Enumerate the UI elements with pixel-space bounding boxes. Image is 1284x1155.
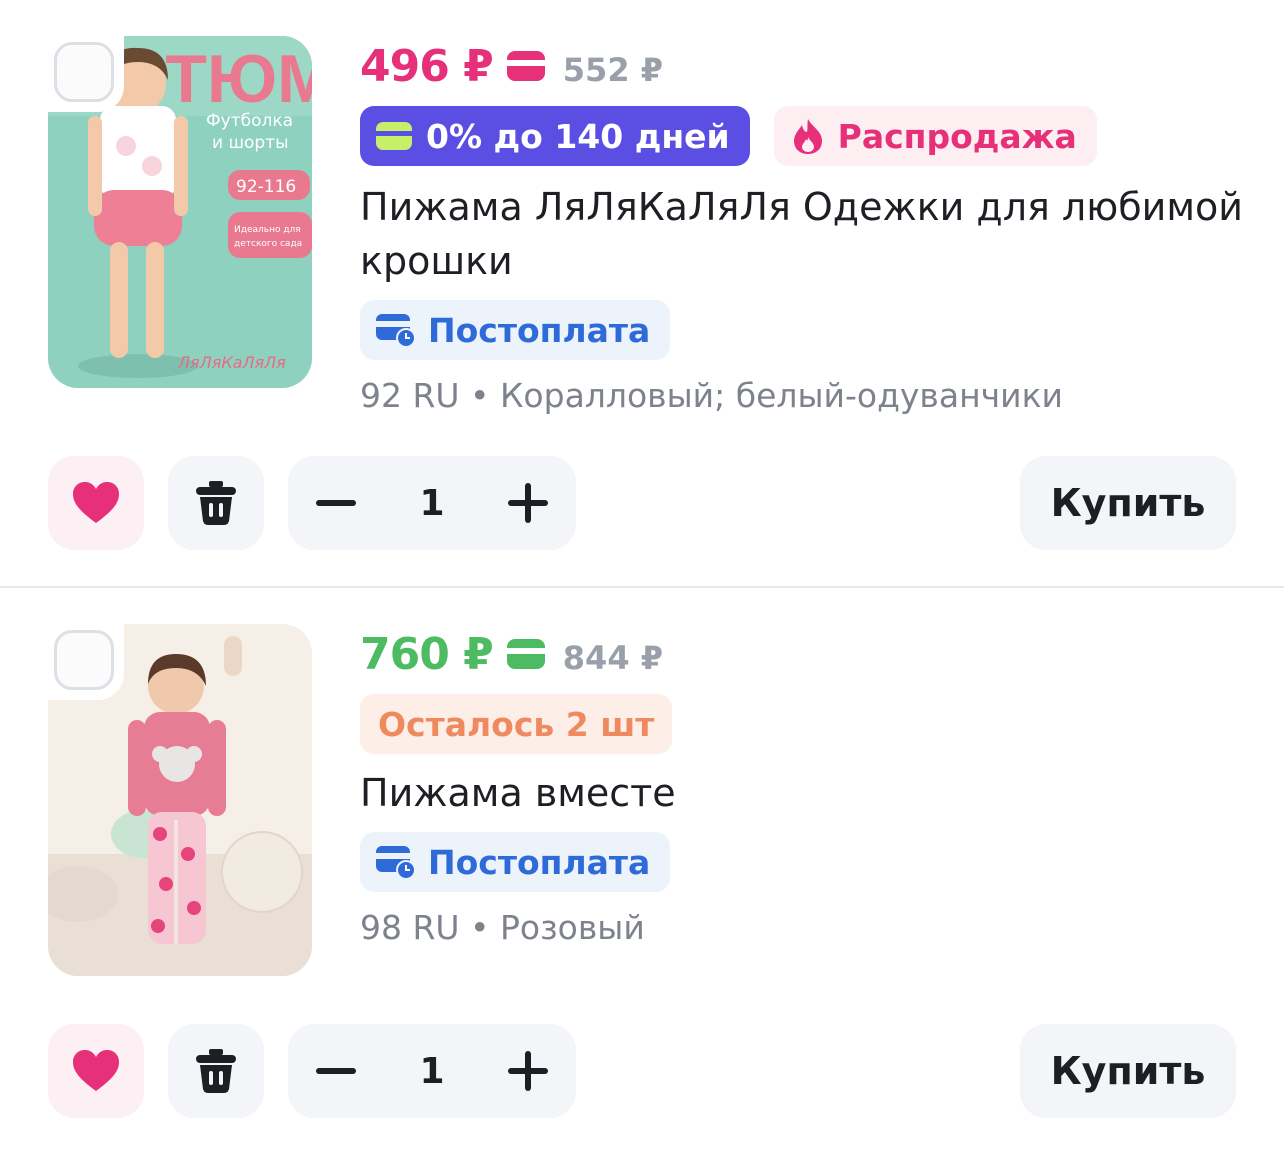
- price-row: 496 ₽ 552 ₽: [360, 40, 1244, 92]
- image-note-1: Идеально для: [234, 225, 301, 235]
- delete-button[interactable]: [168, 1024, 264, 1118]
- stock-badge: Осталось 2 шт: [360, 694, 673, 754]
- installment-label: 0% до 140 дней: [426, 116, 730, 156]
- decrease-button[interactable]: [288, 1024, 384, 1118]
- item-actions: 1 Купить: [48, 456, 1236, 552]
- badges-row: Осталось 2 шт: [360, 694, 1244, 754]
- select-item-checkbox[interactable]: [48, 36, 124, 112]
- price-row: 760 ₽ 844 ₽: [360, 628, 1244, 680]
- price: 760 ₽: [360, 628, 494, 680]
- item-info: 760 ₽ 844 ₽ Осталось 2 шт Пижама вместе …: [360, 628, 1244, 947]
- image-size-range: 92-116: [236, 177, 296, 197]
- delete-button[interactable]: [168, 456, 264, 550]
- plus-icon: [508, 1051, 548, 1091]
- item-info: 496 ₽ 552 ₽ 0% до 140 дней Распродажа Пи…: [360, 40, 1244, 415]
- increase-button[interactable]: [480, 456, 576, 550]
- postpay-label: Постоплата: [428, 310, 651, 350]
- heart-icon: [73, 1050, 119, 1091]
- variant-info: 98 RU • Розовый: [360, 908, 645, 947]
- postpay-card-clock-icon: [376, 314, 416, 348]
- increase-button[interactable]: [480, 1024, 576, 1118]
- product-title[interactable]: Пижама ЛяЛяКаЛяЛя Одежки для любимой кро…: [360, 180, 1244, 288]
- item-actions: 1 Купить: [48, 1024, 1236, 1120]
- price: 496 ₽: [360, 40, 494, 92]
- trash-icon: [196, 481, 236, 525]
- postpay-label: Постоплата: [428, 842, 651, 882]
- checkbox-box[interactable]: [54, 42, 114, 102]
- card-payment-icon: [506, 639, 545, 669]
- old-price: 552 ₽: [562, 51, 663, 89]
- image-brand: ЛяЛяКаЛяЛя: [177, 353, 286, 372]
- select-item-checkbox[interactable]: [48, 624, 124, 700]
- minus-icon: [316, 500, 356, 506]
- image-subtitle-1: Футболка: [206, 111, 293, 131]
- postpay-badge: Постоплата: [360, 300, 671, 360]
- card-icon: [376, 122, 412, 150]
- product-title[interactable]: Пижама вместе: [360, 766, 1244, 820]
- quantity-value: 1: [419, 482, 445, 524]
- quantity-value: 1: [419, 1050, 445, 1092]
- card-payment-icon: [506, 51, 545, 81]
- cart-item: 760 ₽ 844 ₽ Осталось 2 шт Пижама вместе …: [0, 588, 1284, 1155]
- sale-label: Распродажа: [837, 116, 1077, 156]
- image-subtitle-2: и шорты: [212, 133, 289, 153]
- minus-icon: [316, 1068, 356, 1074]
- favorite-button[interactable]: [48, 456, 144, 550]
- postpay-badge: Постоплата: [360, 832, 671, 892]
- plus-icon: [508, 483, 548, 523]
- decrease-button[interactable]: [288, 456, 384, 550]
- sale-badge: Распродажа: [773, 106, 1097, 166]
- fire-icon: [793, 119, 822, 154]
- old-price: 844 ₽: [562, 639, 663, 677]
- buy-button[interactable]: Купить: [1020, 456, 1236, 550]
- badges-row: 0% до 140 дней Распродажа: [360, 106, 1244, 166]
- buy-button[interactable]: Купить: [1020, 1024, 1236, 1118]
- cart-item: СТЮМ Футболка и шорты 92-116 Идеально дл…: [0, 0, 1284, 587]
- postpay-card-clock-icon: [376, 846, 416, 880]
- installment-badge[interactable]: 0% до 140 дней: [360, 106, 750, 166]
- checkbox-box[interactable]: [54, 630, 114, 690]
- trash-icon: [196, 1049, 236, 1093]
- heart-icon: [73, 482, 119, 523]
- quantity-stepper: 1: [288, 1024, 576, 1118]
- quantity-stepper: 1: [288, 456, 576, 550]
- image-note-2: детского сада: [234, 239, 302, 249]
- variant-info: 92 RU • Коралловый; белый-одуванчики: [360, 376, 1063, 415]
- favorite-button[interactable]: [48, 1024, 144, 1118]
